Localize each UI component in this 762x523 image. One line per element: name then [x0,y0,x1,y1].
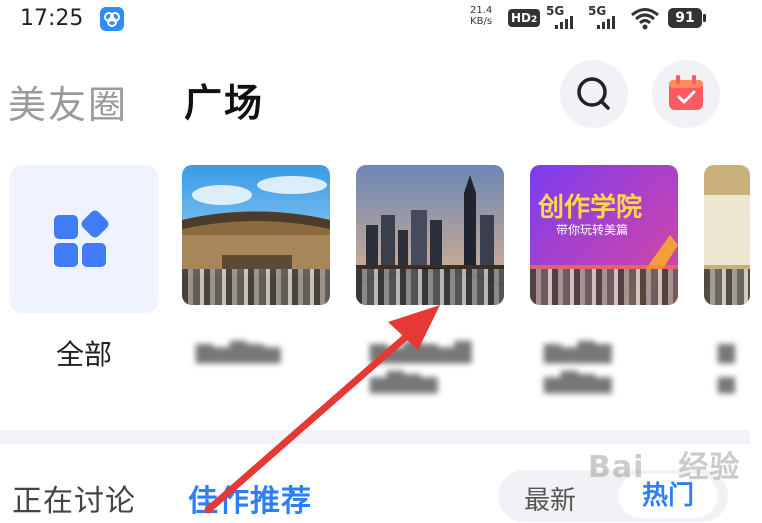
category-tile[interactable] [704,165,750,305]
category-carousel: 全部 ▆▅▇▆▅ ▆▅▇▆▅▇ ▅▇▆▅ 创作学院 带你玩转美篇 ▆▅▇▆ ▅▇… [0,165,762,425]
blurred-caption [182,269,330,305]
sim2-signal-icon [597,15,621,29]
baidu-watermark: Bai 经验 [588,450,741,485]
blurred-title: ▆▅▇▆▅ [196,339,281,364]
top-header: 美友圈 广场 [0,60,762,140]
status-bar: 17:25 21.4 KB/s HD2 5G 5G 91 [0,0,762,40]
category-tile[interactable] [182,165,330,305]
tab-recommended[interactable]: 佳作推荐 [188,476,312,520]
calendar-check-icon [669,75,703,110]
sort-latest-button[interactable]: 最新 [524,480,576,517]
battery-icon: 91 [668,8,706,28]
sim1-signal-icon [555,15,579,29]
tab-discussing[interactable]: 正在讨论 [12,476,136,520]
blurred-caption [530,269,678,305]
blurred-caption [356,269,504,305]
academy-subtitle: 带你玩转美篇 [556,223,629,237]
grid-icon [54,210,109,267]
category-tile[interactable]: 创作学院 带你玩转美篇 [530,165,678,305]
status-time: 17:25 [20,6,84,31]
checkin-calendar-button[interactable] [652,60,720,128]
tab-guangchang[interactable]: 广场 [184,72,264,127]
wifi-icon [630,7,660,31]
blurred-title: ▆ ▅ [718,339,735,394]
blurred-title: ▆▅▇▆ ▅▇▆▅ [544,339,612,394]
all-categories-label: 全部 [55,338,112,371]
network-speed: 21.4 KB/s [470,5,493,27]
academy-title: 创作学院 [538,193,643,223]
blurred-title: ▆▅▇▆▅▇ ▅▇▆▅ [370,339,472,394]
all-categories-card[interactable] [10,165,158,313]
tab-meiyouquan[interactable]: 美友圈 [8,74,128,129]
app-notification-icon [100,7,124,31]
hd-badge: HD2 [508,9,541,27]
search-icon [577,77,610,110]
search-button[interactable] [560,60,628,128]
blurred-caption [704,269,750,305]
category-tile[interactable] [356,165,504,305]
